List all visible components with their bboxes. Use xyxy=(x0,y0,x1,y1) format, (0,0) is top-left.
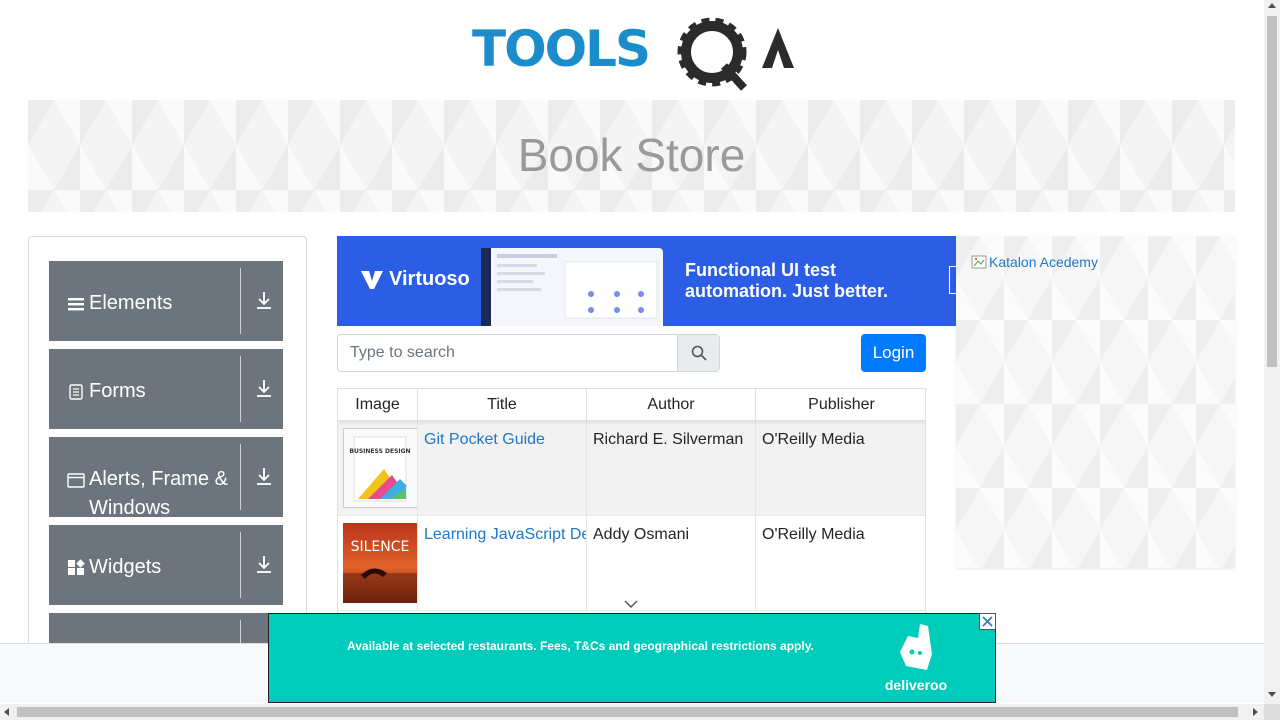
chevron-down-icon[interactable] xyxy=(624,599,638,609)
widgets-grid-icon xyxy=(68,559,85,575)
publisher-cell: O'Reilly Media xyxy=(762,431,865,448)
window-icon xyxy=(67,473,85,488)
book-title-link[interactable]: Learning JavaScript Design Patterns xyxy=(424,526,586,543)
download-icon[interactable] xyxy=(255,467,273,487)
ad-brand: Virtuoso xyxy=(389,268,470,290)
table-row: BUSINESS DESIGN Git Pocket Guide Richard… xyxy=(338,421,925,516)
horizontal-scrollbar[interactable] xyxy=(0,704,1264,720)
sidebar-group-widgets[interactable]: Widgets xyxy=(49,525,283,605)
cover-text: BUSINESS DESIGN xyxy=(349,448,410,455)
virtuoso-ad[interactable]: Virtuoso Functional UI test automation. … xyxy=(337,236,956,326)
search-box xyxy=(337,334,720,372)
book-title-link[interactable]: Git Pocket Guide xyxy=(424,431,545,448)
sidebar-group-label: Alerts, Frame & Windows xyxy=(89,468,228,519)
cover-text: SILENCE xyxy=(351,539,410,555)
author-cell: Richard E. Silverman xyxy=(587,421,756,516)
login-button[interactable]: Login xyxy=(861,334,926,372)
page: TOOLS Book Store Elements Forms Alerts, … xyxy=(0,0,1280,720)
ad-disclaimer: Available at selected restaurants. Fees,… xyxy=(347,639,814,653)
author-cell: Addy Osmani xyxy=(587,516,756,611)
column-header-publisher[interactable]: Publisher xyxy=(756,389,925,421)
sidebar-group-label: Elements xyxy=(89,292,173,314)
scroll-right-arrow[interactable] xyxy=(1253,708,1258,716)
product-screenshot xyxy=(481,248,663,326)
close-ad-button[interactable] xyxy=(979,613,996,630)
vertical-scroll-thumb[interactable] xyxy=(1267,16,1277,367)
scrollbar-corner xyxy=(1264,704,1280,720)
sidebar-group-forms[interactable]: Forms xyxy=(49,349,283,429)
download-icon[interactable] xyxy=(255,555,273,575)
page-banner: Book Store xyxy=(28,100,1235,212)
page-title: Book Store xyxy=(517,129,746,181)
table-row: SILENCE Learning JavaScript Design Patte… xyxy=(338,516,925,611)
divider xyxy=(240,532,241,598)
broken-image-icon xyxy=(971,255,987,269)
sidebar-group-elements[interactable]: Elements xyxy=(49,261,283,341)
title-cell: Learning JavaScript Design Patterns xyxy=(418,516,587,611)
download-icon[interactable] xyxy=(255,379,273,399)
column-header-title[interactable]: Title xyxy=(418,389,587,421)
close-icon xyxy=(982,616,993,627)
scroll-down-arrow[interactable] xyxy=(1268,692,1276,697)
table-header: Image Title Author Publisher xyxy=(338,389,925,421)
book-cover-image[interactable]: BUSINESS DESIGN xyxy=(343,428,417,508)
horizontal-scroll-thumb[interactable] xyxy=(17,707,1238,717)
column-header-author[interactable]: Author xyxy=(587,389,756,421)
divider xyxy=(240,356,241,422)
hamburger-icon xyxy=(68,298,84,311)
book-table: Image Title Author Publisher BUSINESS DE… xyxy=(337,388,926,620)
logo-graphic: TOOLS xyxy=(472,17,794,91)
book-cover-image[interactable]: SILENCE xyxy=(343,523,417,603)
search-button[interactable] xyxy=(677,335,719,371)
toolsqa-logo[interactable]: TOOLS xyxy=(472,14,796,92)
search-input[interactable] xyxy=(338,335,677,371)
image-cell: BUSINESS DESIGN xyxy=(338,421,418,516)
deliveroo-ad[interactable]: Available at selected restaurants. Fees,… xyxy=(268,613,996,703)
document-icon xyxy=(69,384,83,400)
divider xyxy=(240,444,241,510)
ad-button-edge[interactable] xyxy=(949,266,956,294)
ad-tagline: Functional UI test automation. Just bett… xyxy=(685,260,889,301)
download-icon[interactable] xyxy=(255,291,273,311)
logo-tools-text: TOOLS xyxy=(472,20,649,78)
virtuoso-logo-icon xyxy=(361,270,383,289)
deliveroo-brand: deliveroo xyxy=(884,677,948,693)
sidebar-group-label: Forms xyxy=(89,380,146,402)
sidebar-group-label: Widgets xyxy=(89,556,162,578)
deliveroo-kangaroo-icon xyxy=(900,624,932,670)
vertical-scrollbar[interactable] xyxy=(1264,0,1280,704)
column-header-image[interactable]: Image xyxy=(338,389,418,421)
image-cell: SILENCE xyxy=(338,516,418,611)
scroll-left-arrow[interactable] xyxy=(4,708,9,716)
katalon-ad[interactable]: Katalon Acedemy xyxy=(956,236,1235,568)
scroll-up-arrow[interactable] xyxy=(1268,3,1276,8)
publisher-cell: O'Reilly Media xyxy=(762,526,865,543)
sidebar-group-alerts-frame-windows[interactable]: Alerts, Frame & Windows xyxy=(49,437,283,519)
logo-gear-icon xyxy=(677,17,747,91)
left-sidebar: Elements Forms Alerts, Frame & Windows W… xyxy=(28,236,307,693)
logo-a-letter xyxy=(762,28,794,68)
katalon-image-alt: Katalon Acedemy xyxy=(989,254,1098,270)
divider xyxy=(240,268,241,334)
title-cell: Git Pocket Guide xyxy=(418,421,587,516)
search-icon xyxy=(691,345,707,361)
